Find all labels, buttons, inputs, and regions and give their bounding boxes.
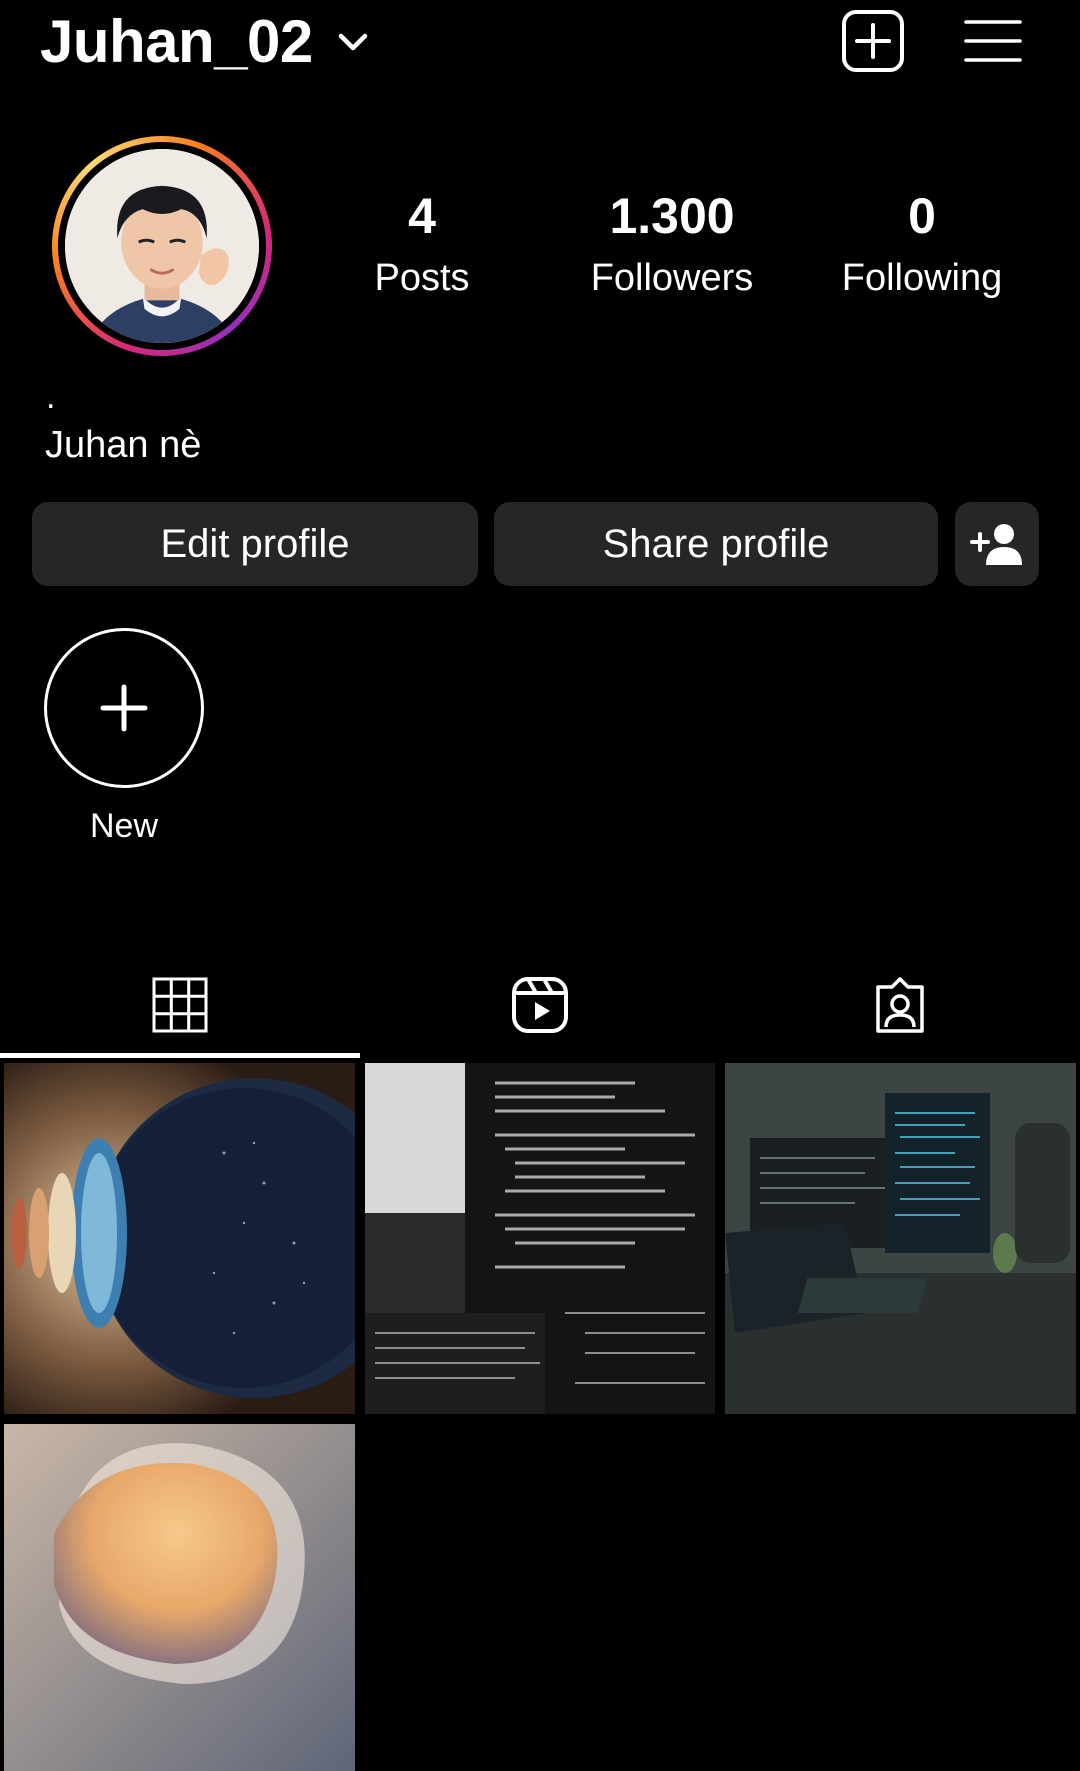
top-bar: Juhan_02 bbox=[0, 0, 1080, 90]
desk-setup-image bbox=[725, 1063, 1076, 1414]
gradient-shape-image bbox=[4, 1424, 355, 1771]
bio-name: Juhan nè bbox=[45, 424, 202, 466]
add-person-icon bbox=[970, 524, 1022, 565]
tab-reels[interactable] bbox=[360, 952, 720, 1058]
account-switcher[interactable]: Juhan_02 bbox=[40, 4, 371, 80]
profile-tabs bbox=[0, 952, 1080, 1058]
tab-posts[interactable] bbox=[0, 952, 360, 1058]
avatar-border bbox=[58, 142, 266, 350]
bio-line: . bbox=[46, 378, 56, 416]
username[interactable]: Juhan_02 bbox=[40, 4, 313, 80]
post-thumbnail[interactable] bbox=[4, 1063, 355, 1414]
plus-icon bbox=[100, 684, 148, 732]
share-profile-button[interactable]: Share profile bbox=[494, 502, 938, 586]
post-thumbnail[interactable] bbox=[4, 1424, 355, 1771]
avatar[interactable] bbox=[65, 149, 259, 343]
posts-label: Posts bbox=[374, 257, 470, 299]
profile-page: Juhan_02 4 Posts 1.300 Followers 0 Follo… bbox=[0, 0, 1080, 1771]
planets-wall-image bbox=[4, 1063, 355, 1414]
discover-people-button[interactable] bbox=[955, 502, 1039, 586]
post-thumbnail[interactable] bbox=[365, 1063, 715, 1414]
posts-count: 4 bbox=[408, 188, 436, 244]
followers-label: Followers bbox=[590, 257, 754, 299]
create-post-icon[interactable] bbox=[840, 8, 906, 74]
new-highlight[interactable]: New bbox=[44, 628, 204, 846]
new-highlight-circle[interactable] bbox=[44, 628, 204, 788]
grid-icon bbox=[152, 977, 208, 1033]
code-screen-image bbox=[365, 1063, 715, 1414]
following-label: Following bbox=[841, 257, 1003, 299]
following-stat[interactable]: 0 Following bbox=[812, 186, 1032, 306]
avatar-image bbox=[65, 149, 259, 343]
story-ring[interactable] bbox=[52, 136, 272, 356]
active-tab-indicator bbox=[0, 1053, 360, 1058]
post-thumbnail[interactable] bbox=[725, 1063, 1076, 1414]
tab-tagged[interactable] bbox=[720, 952, 1080, 1058]
menu-icon[interactable] bbox=[960, 8, 1026, 74]
edit-profile-button[interactable]: Edit profile bbox=[32, 502, 478, 586]
posts-stat[interactable]: 4 Posts bbox=[312, 186, 532, 306]
new-highlight-label: New bbox=[89, 807, 159, 845]
tagged-icon bbox=[876, 977, 924, 1033]
following-count: 0 bbox=[908, 188, 936, 244]
followers-stat[interactable]: 1.300 Followers bbox=[562, 186, 782, 306]
reels-icon bbox=[512, 977, 568, 1033]
followers-count: 1.300 bbox=[609, 188, 735, 244]
chevron-down-icon[interactable] bbox=[335, 24, 371, 60]
